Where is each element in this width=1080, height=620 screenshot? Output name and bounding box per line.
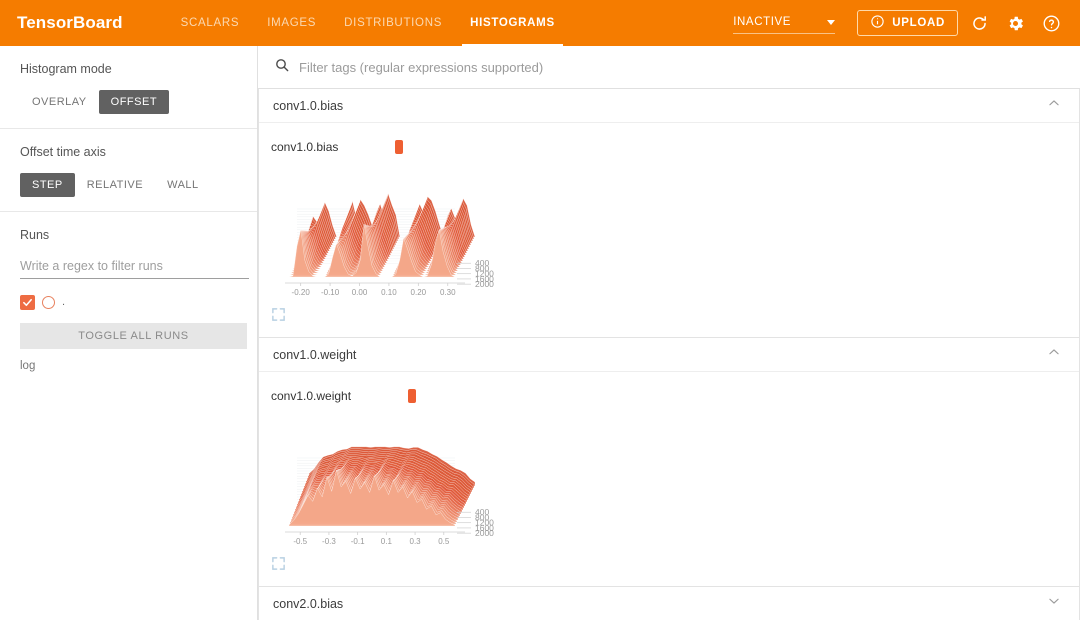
run-color-swatch xyxy=(395,140,403,154)
histogram-ridgeline-chart-conv1-bias[interactable]: -0.20-0.100.000.100.200.3040080012001600… xyxy=(271,165,511,305)
svg-text:-0.20: -0.20 xyxy=(292,288,311,297)
histogram-card: conv1.0.bias conv1.0.bias -0.20 -0.10 0.00… xyxy=(258,89,1080,338)
tab-histograms[interactable]: HISTOGRAMS xyxy=(456,0,569,46)
chevron-down-icon xyxy=(827,20,835,25)
runs-title: Runs xyxy=(20,228,241,242)
card-header-conv2-bias[interactable]: conv2.0.bias xyxy=(259,587,1079,620)
chart-tile-conv1-weight: conv1.0.weight -0.5-0.3-0.10.10.30.54008… xyxy=(259,372,519,576)
card-title: conv2.0.bias xyxy=(273,597,343,611)
histogram-mode-overlay[interactable]: OVERLAY xyxy=(20,90,99,114)
svg-text:0.00: 0.00 xyxy=(352,288,368,297)
time-axis-step[interactable]: STEP xyxy=(20,173,75,197)
tab-images[interactable]: IMAGES xyxy=(253,0,330,46)
svg-text:0.5: 0.5 xyxy=(438,537,450,546)
help-circle-icon xyxy=(1042,14,1061,33)
app-bar-actions: INACTIVE UPLOAD xyxy=(733,8,1066,38)
runs-filter-input[interactable] xyxy=(20,256,249,279)
chevron-up-icon[interactable] xyxy=(1047,96,1061,115)
tag-filter-input[interactable] xyxy=(299,60,1064,75)
chart-header: conv1.0.weight xyxy=(271,386,519,406)
histogram-card-list: conv1.0.bias conv1.0.bias -0.20 -0.10 0.00… xyxy=(258,89,1080,620)
card-title: conv1.0.weight xyxy=(273,348,356,362)
refresh-button[interactable] xyxy=(964,8,994,38)
histogram-mode-offset[interactable]: OFFSET xyxy=(99,90,169,114)
run-list-item[interactable]: . xyxy=(20,293,241,311)
search-icon xyxy=(274,57,290,78)
fullscreen-icon[interactable] xyxy=(271,307,519,327)
card-title: conv1.0.bias xyxy=(273,99,343,113)
chart-title: conv1.0.bias xyxy=(271,140,338,154)
svg-text:-0.3: -0.3 xyxy=(322,537,336,546)
card-header-conv1-weight[interactable]: conv1.0.weight xyxy=(259,338,1079,371)
nav-tabs: SCALARS IMAGES DISTRIBUTIONS HISTOGRAMS xyxy=(167,0,569,46)
runs-section: Runs . TOGGLE ALL RUNS log xyxy=(0,212,257,386)
fullscreen-icon[interactable] xyxy=(271,556,519,576)
chart-header: conv1.0.bias xyxy=(271,137,519,157)
run-log-label: log xyxy=(20,360,241,372)
help-button[interactable] xyxy=(1036,8,1066,38)
card-body: conv1.0.weight -0.5-0.3-0.10.10.30.54008… xyxy=(259,371,1079,576)
sidebar: Histogram mode OVERLAY OFFSET Offset tim… xyxy=(0,46,258,620)
chevron-down-icon[interactable] xyxy=(1047,594,1061,613)
run-checkbox[interactable] xyxy=(20,295,35,310)
chevron-up-icon[interactable] xyxy=(1047,345,1061,364)
svg-text:0.30: 0.30 xyxy=(440,288,456,297)
offset-time-axis-title: Offset time axis xyxy=(20,145,241,159)
svg-text:0.20: 0.20 xyxy=(411,288,427,297)
toggle-all-runs-button[interactable]: TOGGLE ALL RUNS xyxy=(20,323,247,349)
offset-time-axis-buttons: STEP RELATIVE WALL xyxy=(20,173,241,197)
run-state-selector[interactable]: INACTIVE xyxy=(733,12,835,34)
time-axis-relative[interactable]: RELATIVE xyxy=(75,173,155,197)
run-state-value: INACTIVE xyxy=(733,16,791,28)
card-header-conv1-bias[interactable]: conv1.0.bias xyxy=(259,89,1079,122)
histogram-mode-section: Histogram mode OVERLAY OFFSET xyxy=(0,46,257,129)
histogram-mode-buttons: OVERLAY OFFSET xyxy=(20,90,241,114)
histogram-mode-title: Histogram mode xyxy=(20,62,241,76)
svg-text:2000: 2000 xyxy=(475,528,494,538)
run-item-label: . xyxy=(62,296,65,308)
svg-text:0.10: 0.10 xyxy=(381,288,397,297)
gear-icon xyxy=(1006,14,1025,33)
svg-text:-0.1: -0.1 xyxy=(351,537,365,546)
svg-text:0.1: 0.1 xyxy=(381,537,393,546)
svg-text:0.3: 0.3 xyxy=(410,537,422,546)
svg-text:2000: 2000 xyxy=(475,279,494,289)
time-axis-wall[interactable]: WALL xyxy=(155,173,211,197)
info-circle-icon xyxy=(870,14,885,32)
page-scrollbar[interactable] xyxy=(1076,46,1080,620)
upload-button-label: UPLOAD xyxy=(892,17,945,29)
run-color-circle-icon xyxy=(42,296,55,309)
upload-button[interactable]: UPLOAD xyxy=(857,10,958,36)
top-app-bar: TensorBoard SCALARS IMAGES DISTRIBUTIONS… xyxy=(0,0,1080,46)
histogram-card: conv2.0.bias xyxy=(258,587,1080,620)
card-body: conv1.0.bias -0.20-0.100.000.100.200.304… xyxy=(259,122,1079,327)
run-color-swatch xyxy=(408,389,416,403)
histogram-ridgeline-chart-conv1-weight[interactable]: -0.5-0.3-0.10.10.30.5400800120016002000 xyxy=(271,414,511,554)
app-logo: TensorBoard xyxy=(17,13,123,33)
refresh-icon xyxy=(970,14,989,33)
chart-title: conv1.0.weight xyxy=(271,389,351,403)
svg-text:-0.10: -0.10 xyxy=(321,288,340,297)
tab-distributions[interactable]: DISTRIBUTIONS xyxy=(330,0,456,46)
histogram-card: conv1.0.weight conv1.0.weight -0.5 -0.3 -0… xyxy=(258,338,1080,587)
tab-scalars[interactable]: SCALARS xyxy=(167,0,254,46)
main-content: conv1.0.bias conv1.0.bias -0.20 -0.10 0.00… xyxy=(258,46,1080,620)
settings-button[interactable] xyxy=(1000,8,1030,38)
offset-time-axis-section: Offset time axis STEP RELATIVE WALL xyxy=(0,129,257,212)
svg-text:-0.5: -0.5 xyxy=(293,537,307,546)
tag-filter-bar xyxy=(258,46,1080,89)
chart-tile-conv1-bias: conv1.0.bias -0.20-0.100.000.100.200.304… xyxy=(259,123,519,327)
